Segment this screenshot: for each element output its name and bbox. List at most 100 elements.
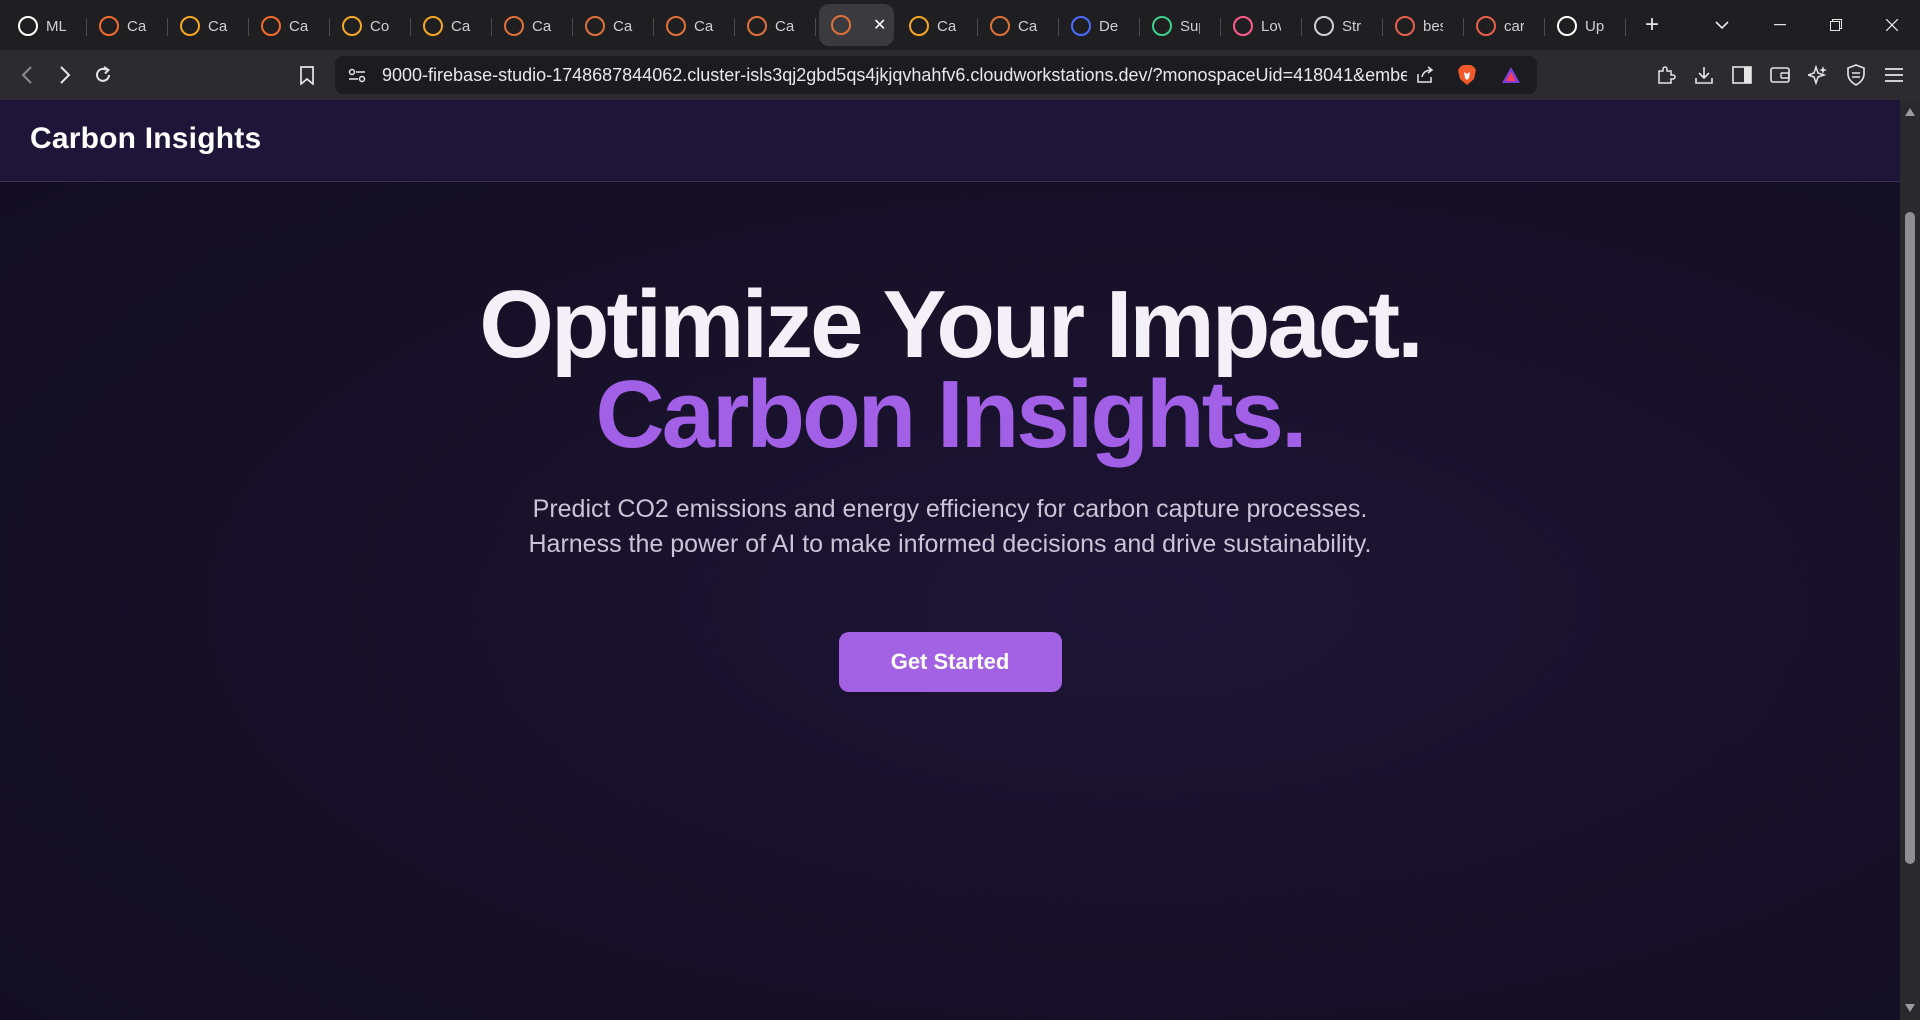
restore-button[interactable]: [1808, 0, 1864, 50]
tab-title: Car: [1018, 17, 1038, 35]
tab-title: Up: [1585, 17, 1605, 35]
studio-icon: [666, 16, 686, 36]
forward-button[interactable]: [46, 56, 84, 94]
vertical-scrollbar[interactable]: [1900, 100, 1920, 1020]
reload-button[interactable]: [84, 56, 122, 94]
tab-title: Car: [775, 17, 795, 35]
browser-tab[interactable]: Car: [573, 5, 654, 47]
browser-tab[interactable]: Car: [978, 5, 1059, 47]
tab-title: Car: [127, 17, 147, 35]
studio-icon: [747, 16, 767, 36]
browser-tab[interactable]: De: [1059, 5, 1140, 47]
scroll-thumb[interactable]: [1905, 212, 1915, 864]
browser-tab[interactable]: car: [1464, 5, 1545, 47]
hero-section: Optimize Your Impact. Carbon Insights. P…: [0, 277, 1900, 692]
wallet-button[interactable]: [1761, 56, 1799, 94]
tab-search-button[interactable]: [1704, 7, 1740, 43]
new-tab-button[interactable]: +: [1634, 7, 1670, 43]
url-text[interactable]: 9000-firebase-studio-1748687844062.clust…: [382, 56, 1407, 94]
minimize-icon: [1774, 24, 1786, 26]
tab-title: Car: [289, 17, 309, 35]
close-icon: [1886, 19, 1898, 31]
bolt-icon: [261, 16, 281, 36]
puzzle-icon: [1658, 66, 1676, 84]
browser-tab[interactable]: Str: [1302, 5, 1383, 47]
hero-description: Predict CO2 emissions and energy efficie…: [528, 495, 1372, 558]
address-bar[interactable]: 9000-firebase-studio-1748687844062.clust…: [335, 56, 1537, 94]
tab-title: Lov: [1261, 17, 1281, 35]
hamburger-menu-icon: [1885, 68, 1903, 82]
window-controls: [1752, 0, 1920, 50]
share-icon: [1417, 66, 1434, 83]
bolt-icon: [99, 16, 119, 36]
scroll-up-arrow-icon[interactable]: [1905, 108, 1915, 116]
get-started-button[interactable]: Get Started: [838, 632, 1062, 692]
forward-arrow-icon: [60, 66, 71, 84]
browser-tab[interactable]: ML: [6, 5, 87, 47]
tab-title: Co: [370, 17, 390, 35]
close-window-button[interactable]: [1864, 0, 1920, 50]
browser-tab[interactable]: Sup: [1140, 5, 1221, 47]
firebase-icon: [342, 16, 362, 36]
browser-toolbar: 9000-firebase-studio-1748687844062.clust…: [0, 50, 1920, 100]
tab-title: ML: [46, 17, 66, 35]
chevron-down-icon: [1715, 21, 1729, 30]
minimize-button[interactable]: [1752, 0, 1808, 50]
back-arrow-icon: [21, 66, 32, 84]
browser-tab[interactable]: Up: [1545, 5, 1626, 47]
bookmark-button[interactable]: [288, 56, 326, 94]
tab-title: Car: [694, 17, 714, 35]
brave-icon: [1476, 16, 1496, 36]
back-button[interactable]: [8, 56, 46, 94]
lovable-icon: [1233, 16, 1253, 36]
brave-rewards-button[interactable]: [1501, 66, 1521, 89]
browser-tab[interactable]: Car: [897, 5, 978, 47]
browser-tab[interactable]: Car: [87, 5, 168, 47]
rewards-triangle-icon: [1502, 67, 1520, 83]
browser-tab[interactable]: Car: [249, 5, 330, 47]
shield-icon: [1847, 64, 1865, 86]
browser-tab[interactable]: Car: [168, 5, 249, 47]
sidebar-button[interactable]: [1723, 56, 1761, 94]
share-button[interactable]: [1415, 65, 1435, 90]
browser-tab[interactable]: Co: [330, 5, 411, 47]
browser-tab[interactable]: Car: [411, 5, 492, 47]
sparkle-icon: [1808, 65, 1827, 85]
brand-logo-text[interactable]: Carbon Insights: [30, 122, 261, 156]
close-tab-icon[interactable]: ✕: [873, 15, 886, 35]
tab-title: Car: [532, 17, 552, 35]
browser-tab[interactable]: bes: [1383, 5, 1464, 47]
tab-title: Car: [937, 17, 957, 35]
scroll-down-arrow-icon[interactable]: [1905, 1004, 1915, 1012]
tab-title: Car: [613, 17, 633, 35]
firebase-icon: [180, 16, 200, 36]
browser-tab[interactable]: Car: [735, 5, 816, 47]
tab-title: Car: [451, 17, 471, 35]
browser-tab[interactable]: Car: [654, 5, 735, 47]
restore-icon: [1830, 19, 1842, 31]
github-icon: [1557, 16, 1577, 36]
tab-title: De: [1099, 17, 1119, 35]
openai-icon: [18, 16, 38, 36]
downloads-button[interactable]: [1685, 56, 1723, 94]
tab-title: Sup: [1180, 17, 1200, 35]
tab-title: Str: [1342, 17, 1362, 35]
page-viewport: Carbon Insights Optimize Your Impact. Ca…: [0, 100, 1900, 1020]
tab-list: ML Car Car Car Co Car Car Car Car Car ✕ Car Car De Sup…: [0, 0, 1626, 50]
hero-heading-line2: Carbon Insights.: [595, 361, 1307, 468]
leo-ai-button[interactable]: [1799, 56, 1837, 94]
brave-shields-button[interactable]: [1457, 64, 1477, 91]
browser-tab[interactable]: Lov: [1221, 5, 1302, 47]
browser-tab[interactable]: ✕: [819, 4, 894, 46]
supabase-icon: [1152, 16, 1172, 36]
extensions-button[interactable]: [1647, 56, 1685, 94]
menu-button[interactable]: [1875, 56, 1913, 94]
tab-title: bes: [1423, 17, 1443, 35]
studio-icon: [504, 16, 524, 36]
brave-icon: [1395, 16, 1415, 36]
browser-tab[interactable]: Car: [492, 5, 573, 47]
site-info-icon[interactable]: [347, 65, 367, 90]
bookmark-icon: [300, 65, 314, 85]
firebase-icon: [423, 16, 443, 36]
vpn-button[interactable]: [1837, 56, 1875, 94]
